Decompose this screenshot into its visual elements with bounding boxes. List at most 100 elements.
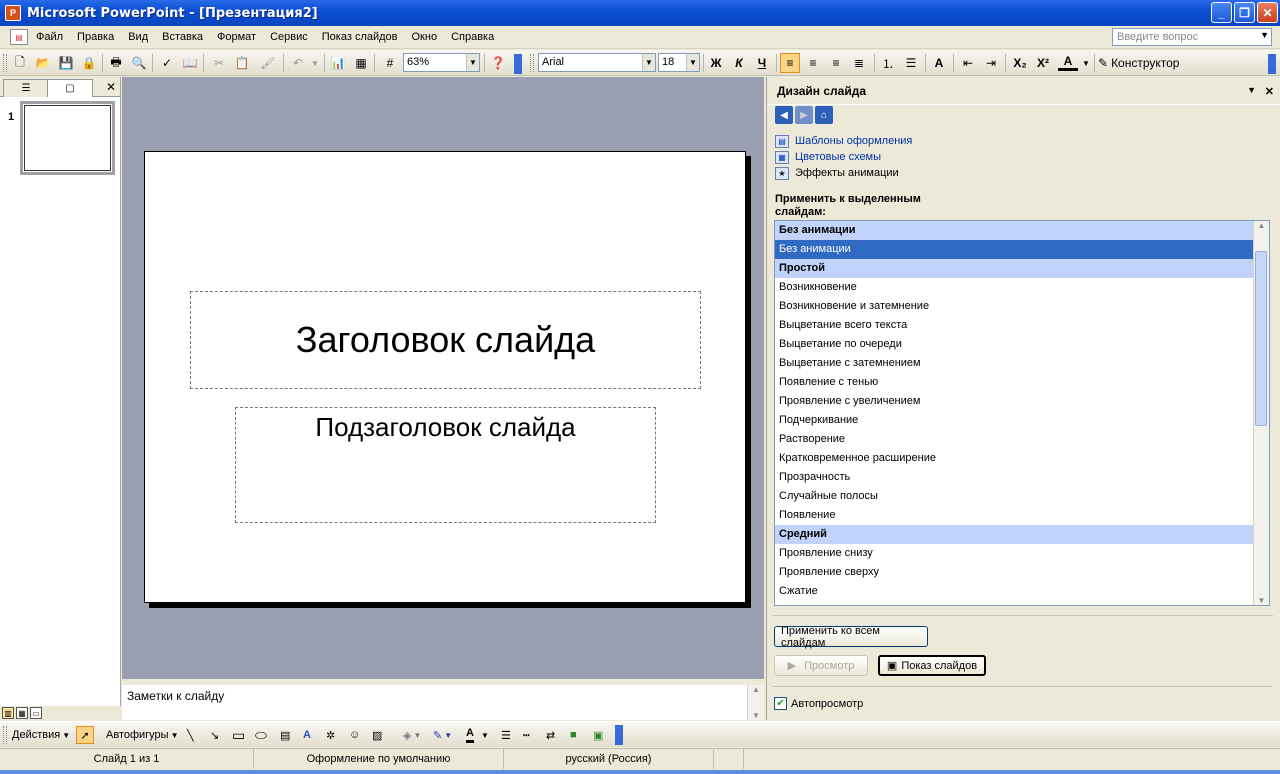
wordart-icon[interactable]: A xyxy=(303,726,311,744)
tab-outline[interactable]: ☰ xyxy=(3,79,49,97)
bullets-icon[interactable]: ☰ xyxy=(901,53,921,73)
open-icon[interactable]: 📂 xyxy=(33,53,53,73)
justify-icon[interactable]: ≣ xyxy=(849,53,869,73)
spelling-icon[interactable]: ✓ xyxy=(157,53,177,73)
back-icon[interactable]: ◀ xyxy=(775,106,793,124)
normal-view-icon[interactable]: ▥ xyxy=(2,707,14,719)
menu-edit[interactable]: Правка xyxy=(77,31,114,43)
paste-icon[interactable]: 📋 xyxy=(232,53,252,73)
powerpoint-app-icon[interactable]: P xyxy=(5,5,21,21)
forward-icon[interactable]: ▶ xyxy=(795,106,813,124)
animation-list-scroll-thumb[interactable] xyxy=(1255,251,1267,426)
design-templates-link[interactable]: ▤ Шаблоны оформления xyxy=(775,133,1280,149)
print-preview-icon[interactable]: 🔍 xyxy=(129,53,149,73)
font-size-dropdown-icon[interactable]: ▼ xyxy=(686,54,699,71)
animation-list-item[interactable]: Подчеркивание xyxy=(775,411,1253,430)
rectangle-icon[interactable]: ▭ xyxy=(232,726,245,744)
cut-icon[interactable]: ✂ xyxy=(209,53,229,73)
insert-picture-icon[interactable]: ▨ xyxy=(372,726,382,744)
numbering-icon[interactable]: ⒈ xyxy=(878,53,898,73)
animation-list-item[interactable]: Без анимации xyxy=(775,240,1253,259)
slideshow-button[interactable]: ▣ Показ слайдов xyxy=(878,655,986,676)
tab-slides[interactable]: ▢ xyxy=(47,79,93,97)
toolbar-grip[interactable] xyxy=(3,54,7,72)
fill-color-icon[interactable]: ◈ ▼ xyxy=(403,726,421,744)
slide-sorter-icon[interactable]: ▦ xyxy=(16,707,28,719)
select-pointer-icon[interactable]: ➚ xyxy=(76,726,94,744)
menu-format[interactable]: Формат xyxy=(217,31,256,43)
animation-list-item[interactable]: Растворение xyxy=(775,430,1253,449)
italic-button[interactable]: К xyxy=(729,53,749,73)
bold-button[interactable]: Ж xyxy=(706,53,726,73)
align-left-icon[interactable]: ≡ xyxy=(780,53,800,73)
animation-list-item[interactable]: Выцветание всего текста xyxy=(775,316,1253,335)
line-icon[interactable]: ╲ xyxy=(187,726,194,744)
permission-icon[interactable]: 🔒 xyxy=(79,53,99,73)
subscript-icon[interactable]: X₂ xyxy=(1010,53,1030,73)
arrow-style-icon[interactable]: ⇄ xyxy=(546,726,555,744)
actions-menu[interactable]: Действия ▼ xyxy=(12,726,70,744)
subtitle-placeholder[interactable]: Подзаголовок слайда xyxy=(235,407,656,523)
close-pane-icon[interactable]: ✕ xyxy=(106,80,116,94)
animation-list-item[interactable]: Кратковременное расширение xyxy=(775,449,1253,468)
decrease-indent-icon[interactable]: ⇤ xyxy=(958,53,978,73)
font-name-dropdown-icon[interactable]: ▼ xyxy=(642,54,655,71)
drawing-font-color-dropdown[interactable]: ▼ xyxy=(481,726,489,744)
animation-schemes-link[interactable]: ★ Эффекты анимации xyxy=(775,165,1280,181)
slide[interactable]: Заголовок слайда Подзаголовок слайда xyxy=(144,151,746,603)
autoshapes-menu[interactable]: Автофигуры ▼ xyxy=(106,726,179,744)
close-window-button[interactable]: ✕ xyxy=(1257,2,1278,23)
show-grid-icon[interactable]: # xyxy=(380,53,400,73)
restore-button[interactable]: ❐ xyxy=(1234,2,1255,23)
animation-list[interactable]: Без анимации Без анимации Простой Возникнов… xyxy=(774,220,1270,606)
autopreview-checkbox[interactable]: ✔ Автопросмотр xyxy=(774,697,863,710)
menu-insert[interactable]: Вставка xyxy=(162,31,203,43)
underline-button[interactable]: Ч xyxy=(752,53,772,73)
superscript-icon[interactable]: X² xyxy=(1033,53,1053,73)
line-style-icon[interactable]: ☰ xyxy=(501,726,511,744)
document-icon[interactable]: ▤ xyxy=(10,29,28,45)
print-icon[interactable]: 🖶 xyxy=(106,53,126,73)
menu-slideshow[interactable]: Показ слайдов xyxy=(322,31,398,43)
color-schemes-link[interactable]: ▦ Цветовые схемы xyxy=(775,149,1280,165)
animation-list-item[interactable]: Появление xyxy=(775,506,1253,525)
preview-button[interactable]: ▶ Просмотр xyxy=(774,655,868,676)
task-pane-close-icon[interactable]: ✕ xyxy=(1265,85,1274,98)
drawing-font-color-icon[interactable]: A xyxy=(466,726,474,743)
increase-font-icon[interactable]: A xyxy=(929,53,949,73)
menu-view[interactable]: Вид xyxy=(128,31,148,43)
format-painter-icon[interactable]: 🖌 xyxy=(258,53,278,73)
research-icon[interactable]: 📖 xyxy=(180,53,200,73)
line-color-icon[interactable]: ✎ ▼ xyxy=(433,726,452,744)
insert-table-icon[interactable]: ▦ xyxy=(351,53,371,73)
font-name-combo[interactable]: Arial ▼ xyxy=(538,53,656,72)
format-toolbar-grip[interactable] xyxy=(530,54,534,72)
animation-list-item[interactable]: Выцветание с затемнением xyxy=(775,354,1253,373)
menu-file[interactable]: Файл xyxy=(36,31,63,43)
animation-list-item[interactable]: Прозрачность xyxy=(775,468,1253,487)
shadow-icon[interactable]: ■ xyxy=(570,726,577,744)
zoom-combo[interactable]: 63% ▼ xyxy=(403,53,480,72)
animation-list-item[interactable]: Проявление с увеличением xyxy=(775,392,1253,411)
designer-button[interactable]: ✎ Конструктор xyxy=(1098,53,1198,73)
title-placeholder[interactable]: Заголовок слайда xyxy=(190,291,701,389)
animation-list-item[interactable]: Проявление сверху xyxy=(775,563,1253,582)
drawing-toolbar-grip[interactable] xyxy=(3,726,7,744)
notes-pane[interactable]: Заметки к слайду ▲ ▼ xyxy=(122,682,764,720)
diagram-icon[interactable]: ✲ xyxy=(326,726,335,744)
font-color-dropdown-icon[interactable]: ▼ xyxy=(1076,53,1096,73)
menu-tools[interactable]: Сервис xyxy=(270,31,308,43)
animation-list-item[interactable]: Выцветание по очереди xyxy=(775,335,1253,354)
slideshow-view-icon[interactable]: ▭ xyxy=(30,707,42,719)
help-question-input[interactable]: Введите вопрос ▼ xyxy=(1112,28,1272,46)
minimize-button[interactable]: _ xyxy=(1211,2,1232,23)
align-right-icon[interactable]: ≡ xyxy=(826,53,846,73)
align-center-icon[interactable]: ≡ xyxy=(803,53,823,73)
animation-list-item[interactable]: Случайные полосы xyxy=(775,487,1253,506)
animation-list-item[interactable]: Возникновение xyxy=(775,278,1253,297)
apply-to-all-button[interactable]: Применить ко всем слайдам xyxy=(774,625,928,649)
3d-style-icon[interactable]: ▣ xyxy=(593,726,603,744)
font-color-icon[interactable]: A xyxy=(1058,53,1078,71)
oval-icon[interactable]: ⬭ xyxy=(255,726,267,744)
animation-list-item[interactable]: Сжатие xyxy=(775,582,1253,601)
